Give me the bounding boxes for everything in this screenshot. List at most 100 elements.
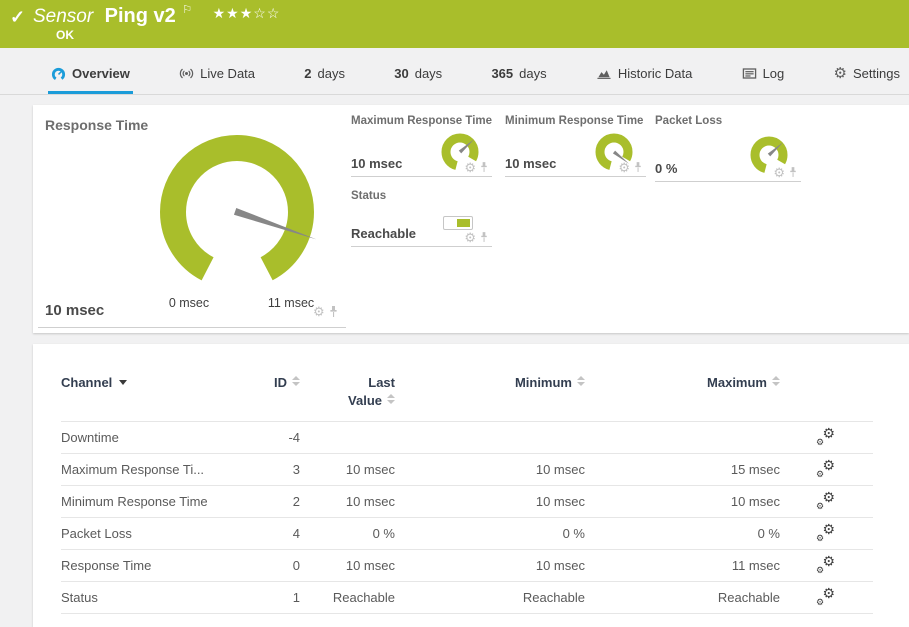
tab-365-days[interactable]: 365 days bbox=[488, 66, 549, 94]
channel-settings-icon[interactable]: ⚙⚙ bbox=[816, 460, 835, 477]
pin-icon[interactable] bbox=[329, 306, 338, 318]
star-icon-empty[interactable]: ☆ bbox=[253, 5, 267, 21]
tab-live-data[interactable]: Live Data bbox=[176, 66, 258, 94]
star-icon-filled[interactable]: ★ bbox=[240, 5, 254, 21]
sort-desc-icon bbox=[119, 380, 127, 385]
table-row[interactable]: Downtime -4 ⚙⚙ bbox=[61, 422, 873, 454]
tab-historic-data[interactable]: Historic Data bbox=[593, 66, 695, 94]
gear-icon[interactable]: ⚙ bbox=[464, 163, 476, 173]
star-icon-filled[interactable]: ★ bbox=[226, 5, 240, 21]
table-row[interactable]: Maximum Response Ti... 3 10 msec 10 msec… bbox=[61, 454, 873, 486]
column-header-channel[interactable]: Channel bbox=[61, 374, 256, 422]
channel-maximum: Reachable bbox=[593, 582, 788, 614]
tab-2-days[interactable]: 2 days bbox=[301, 66, 348, 94]
channel-id: 1 bbox=[256, 582, 308, 614]
channel-name[interactable]: Packet Loss bbox=[61, 518, 256, 550]
channel-minimum bbox=[403, 422, 593, 454]
min-response-time-widget: Minimum Response Time 10 msec ⚙ bbox=[505, 115, 646, 177]
tab-label: days bbox=[415, 66, 442, 81]
status-toggle-knob bbox=[457, 219, 470, 227]
widget-actions: ⚙ bbox=[773, 167, 797, 178]
sensor-title: Sensor Ping v2 ⚐ ★★★☆☆ bbox=[33, 3, 280, 28]
widget-value: Reachable bbox=[351, 226, 416, 241]
channel-maximum: 0 % bbox=[593, 518, 788, 550]
column-header-minimum[interactable]: Minimum bbox=[403, 374, 593, 422]
channel-name[interactable]: Response Time bbox=[61, 550, 256, 582]
sort-icon bbox=[577, 376, 585, 386]
widget-value: 10 msec bbox=[351, 156, 402, 171]
tab-bar: Overview Live Data 2 days 30 days 365 da… bbox=[0, 48, 909, 95]
channel-minimum: 10 msec bbox=[403, 454, 593, 486]
response-time-value: 10 msec bbox=[45, 302, 104, 319]
channel-name[interactable]: Minimum Response Time bbox=[61, 486, 256, 518]
channel-minimum: 10 msec bbox=[403, 550, 593, 582]
star-icon-empty[interactable]: ☆ bbox=[267, 5, 281, 21]
table-row[interactable]: Status 1 Reachable Reachable Reachable ⚙… bbox=[61, 582, 873, 614]
tab-label: Live Data bbox=[200, 66, 255, 81]
channel-name[interactable]: Maximum Response Ti... bbox=[61, 454, 256, 486]
channel-last-value: 10 msec bbox=[308, 454, 403, 486]
column-header-last-value[interactable]: Last Value bbox=[308, 374, 403, 422]
channel-last-value: 10 msec bbox=[308, 486, 403, 518]
pin-icon[interactable] bbox=[789, 167, 797, 178]
flag-icon[interactable]: ⚐ bbox=[182, 4, 192, 16]
column-header-maximum[interactable]: Maximum bbox=[593, 374, 788, 422]
channel-maximum: 10 msec bbox=[593, 486, 788, 518]
sort-icon bbox=[387, 394, 395, 404]
sensor-type-label: Sensor bbox=[33, 6, 93, 27]
channel-settings-icon[interactable]: ⚙⚙ bbox=[816, 492, 835, 509]
gear-icon[interactable]: ⚙ bbox=[464, 233, 476, 243]
gear-icon[interactable]: ⚙ bbox=[773, 168, 785, 178]
area-chart-icon bbox=[596, 66, 612, 81]
gear-icon[interactable]: ⚙ bbox=[313, 307, 325, 317]
sensor-header: ✓ Sensor Ping v2 ⚐ ★★★☆☆ OK bbox=[0, 0, 909, 48]
channel-last-value: 0 % bbox=[308, 518, 403, 550]
channel-settings-icon[interactable]: ⚙⚙ bbox=[816, 556, 835, 573]
tab-overview[interactable]: Overview bbox=[48, 66, 133, 94]
gauges-panel: Response Time 0 msec 11 msec 10 msec ⚙ M… bbox=[33, 105, 909, 333]
tab-log[interactable]: Log bbox=[739, 66, 788, 94]
tab-label: Settings bbox=[853, 66, 900, 81]
channel-settings-icon[interactable]: ⚙⚙ bbox=[816, 428, 835, 445]
channel-settings-icon[interactable]: ⚙⚙ bbox=[816, 588, 835, 605]
table-row[interactable]: Packet Loss 4 0 % 0 % 0 % ⚙⚙ bbox=[61, 518, 873, 550]
column-header-settings bbox=[788, 374, 873, 422]
star-icon-filled[interactable]: ★ bbox=[213, 5, 227, 21]
widget-actions: ⚙ bbox=[464, 232, 488, 243]
gear-icon[interactable]: ⚙ bbox=[618, 163, 630, 173]
pin-icon[interactable] bbox=[634, 162, 642, 173]
table-row[interactable]: Response Time 0 10 msec 10 msec 11 msec … bbox=[61, 550, 873, 582]
channel-id: -4 bbox=[256, 422, 308, 454]
widget-title: Maximum Response Time bbox=[351, 115, 492, 127]
max-response-time-widget: Maximum Response Time 10 msec ⚙ bbox=[351, 115, 492, 177]
widget-value: 10 msec bbox=[505, 156, 556, 171]
channel-settings-icon[interactable]: ⚙⚙ bbox=[816, 524, 835, 541]
pin-icon[interactable] bbox=[480, 232, 488, 243]
sort-icon bbox=[292, 376, 300, 386]
priority-rating[interactable]: ★★★☆☆ bbox=[213, 5, 281, 21]
column-header-id[interactable]: ID bbox=[256, 374, 308, 422]
widget-value: 0 % bbox=[655, 161, 677, 176]
widget-actions: ⚙ bbox=[313, 306, 338, 318]
sensor-name: Ping v2 bbox=[105, 5, 176, 27]
tab-number: 2 bbox=[304, 66, 311, 81]
channel-last-value: 10 msec bbox=[308, 550, 403, 582]
gauge-min-label: 0 msec bbox=[154, 296, 224, 310]
pin-icon[interactable] bbox=[480, 162, 488, 173]
channel-name[interactable]: Status bbox=[61, 582, 256, 614]
tab-label: days bbox=[519, 66, 546, 81]
channel-id: 0 bbox=[256, 550, 308, 582]
tab-label: Historic Data bbox=[618, 66, 692, 81]
channel-minimum: Reachable bbox=[403, 582, 593, 614]
table-row[interactable]: Minimum Response Time 2 10 msec 10 msec … bbox=[61, 486, 873, 518]
channel-name[interactable]: Downtime bbox=[61, 422, 256, 454]
tab-settings[interactable]: ⚙ Settings bbox=[831, 66, 903, 94]
broadcast-icon bbox=[179, 66, 194, 81]
table-header-row: Channel ID Last Value Minimum Maximum bbox=[61, 374, 873, 422]
tab-30-days[interactable]: 30 days bbox=[391, 66, 445, 94]
channel-last-value bbox=[308, 422, 403, 454]
gear-icon: ⚙ bbox=[834, 68, 847, 79]
log-icon bbox=[742, 66, 757, 81]
status-widget: Status Reachable ⚙ bbox=[351, 190, 492, 247]
channel-last-value: Reachable bbox=[308, 582, 403, 614]
